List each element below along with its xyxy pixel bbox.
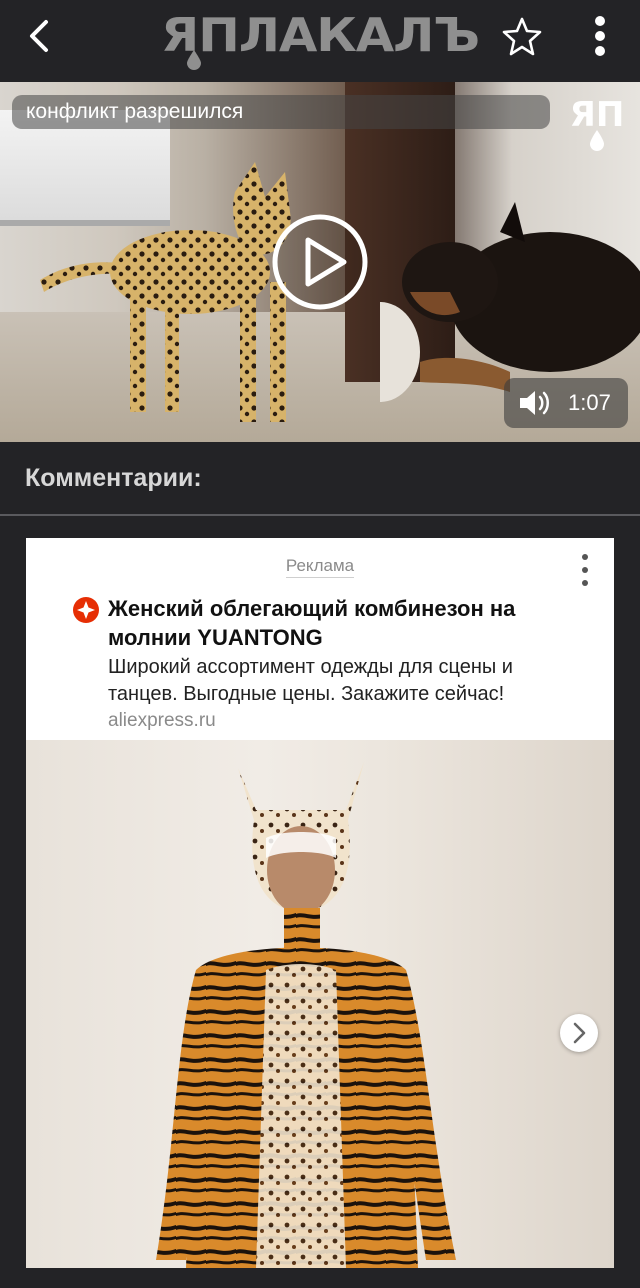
more-options-button[interactable] [580, 12, 620, 60]
play-button[interactable] [270, 212, 370, 312]
app-header: ЯПЛАКАЛЪ [0, 0, 640, 82]
ad-description: Широкий ассортимент одежды для сцены и т… [108, 656, 513, 705]
comments-section-header: Комментарии: [0, 442, 640, 516]
back-button[interactable] [18, 14, 62, 58]
video-player[interactable]: конфликт разрешился ЯП 1:07 [0, 82, 640, 442]
more-vertical-icon [582, 554, 588, 586]
ad-product-image[interactable] [26, 740, 614, 1268]
ad-next-button[interactable] [560, 1014, 598, 1052]
ad-more-button[interactable] [574, 552, 596, 588]
ad-title[interactable]: Женский облегающий комбинезон на молнии … [108, 594, 578, 652]
video-controls: 1:07 [504, 378, 628, 428]
mute-toggle-button[interactable] [518, 388, 552, 418]
video-duration: 1:07 [568, 390, 611, 415]
star-outline-icon [502, 17, 542, 56]
more-vertical-icon [595, 16, 605, 56]
play-icon [272, 214, 368, 310]
aliexpress-icon [73, 597, 99, 623]
volume-icon [520, 391, 549, 415]
ad-card[interactable]: Реклама Женский облегающий комбинезон на… [26, 538, 614, 1268]
ad-domain[interactable]: aliexpress.ru [108, 710, 216, 732]
video-title: конфликт разрешился [12, 95, 550, 129]
chevron-left-icon [30, 20, 48, 52]
logo-drop-icon [187, 50, 201, 70]
yap-watermark-logo: ЯП [570, 95, 625, 151]
watermark-text: ЯП [570, 95, 625, 135]
favorite-button[interactable] [500, 14, 544, 58]
costume-figure [156, 762, 456, 1268]
chevron-right-icon [573, 1022, 586, 1044]
ad-label: Реклама [26, 556, 614, 578]
comments-title: Комментарии: [25, 464, 202, 492]
